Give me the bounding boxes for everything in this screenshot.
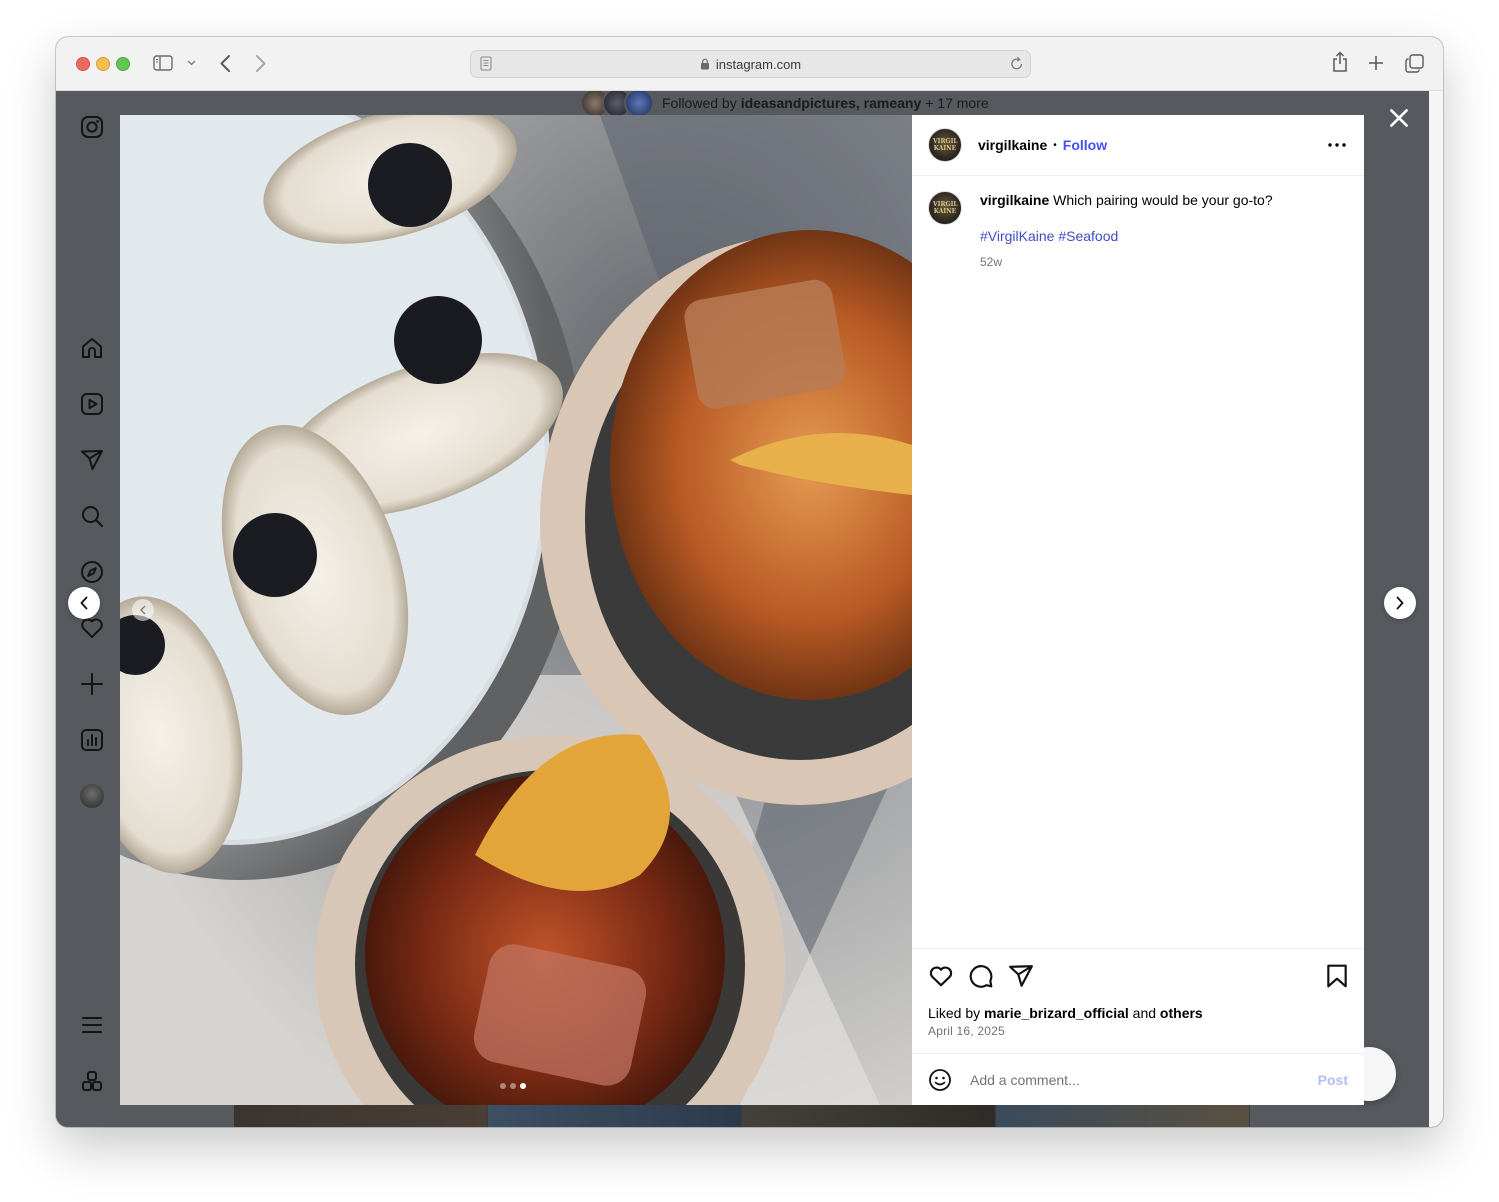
- url-text: instagram.com: [715, 56, 802, 72]
- messages-icon[interactable]: [80, 448, 104, 472]
- close-window-button[interactable]: [76, 57, 90, 71]
- caption-avatar-logo: VIRGIL KAINE: [933, 201, 958, 215]
- post-age[interactable]: 52w: [980, 253, 1360, 271]
- follow-button[interactable]: Follow: [1063, 137, 1107, 153]
- liked-by-prefix: Liked by: [928, 1005, 981, 1021]
- create-icon[interactable]: [80, 672, 104, 696]
- author-avatar[interactable]: VIRGIL KAINE: [928, 128, 962, 162]
- next-post-button[interactable]: [1384, 587, 1416, 619]
- liked-by-and: and: [1132, 1005, 1157, 1021]
- comment-icon[interactable]: [968, 963, 994, 989]
- caption-avatar[interactable]: VIRGIL KAINE: [928, 191, 962, 225]
- back-icon[interactable]: [219, 54, 231, 73]
- address-bar[interactable]: instagram.com: [470, 50, 1031, 78]
- chevron-left-icon: [140, 605, 146, 615]
- follower-avatar: [624, 91, 654, 118]
- post-details-panel: VIRGIL KAINE virgilkaine • Follow VIRGIL…: [912, 115, 1364, 1105]
- tab-overview-icon[interactable]: [1405, 54, 1424, 73]
- post-image[interactable]: [120, 115, 912, 1105]
- reader-icon[interactable]: [480, 56, 492, 71]
- forward-icon[interactable]: [255, 54, 267, 73]
- followed-by-users[interactable]: ideasandpictures, rameany: [741, 95, 922, 111]
- post-actions: Liked by marie_brizard_official and othe…: [912, 948, 1364, 1105]
- comment-input[interactable]: [968, 1071, 1302, 1089]
- followed-by-prefix: Followed by: [662, 95, 737, 111]
- chevron-right-icon: [1396, 596, 1404, 610]
- reels-icon[interactable]: [80, 392, 104, 416]
- carousel-indicator: [500, 1083, 526, 1089]
- carousel-dot: [510, 1083, 516, 1089]
- page-content: Followed by ideasandpictures, rameany + …: [56, 91, 1429, 1127]
- post-date[interactable]: April 16, 2025: [928, 1024, 1005, 1038]
- page-scrollbar[interactable]: [1429, 91, 1443, 1127]
- liked-by-user[interactable]: marie_brizard_official: [984, 1005, 1129, 1021]
- more-menu-icon[interactable]: [80, 1013, 104, 1037]
- post-header: VIRGIL KAINE virgilkaine • Follow: [912, 115, 1364, 176]
- liked-by-others[interactable]: others: [1160, 1005, 1203, 1021]
- also-from-meta-icon[interactable]: [80, 1069, 104, 1093]
- emoji-icon[interactable]: [928, 1068, 952, 1092]
- like-heart-icon[interactable]: [928, 963, 954, 989]
- author-avatar-logo: VIRGIL KAINE: [933, 138, 958, 152]
- browser-toolbar: instagram.com: [56, 37, 1443, 91]
- instagram-logo-icon[interactable]: [80, 115, 104, 139]
- liked-by-text: Liked by marie_brizard_official and othe…: [928, 1005, 1203, 1021]
- share-icon[interactable]: [1331, 51, 1349, 73]
- explore-icon[interactable]: [80, 560, 104, 584]
- new-tab-icon[interactable]: [1368, 55, 1384, 71]
- caption-hashtags[interactable]: #VirgilKaine #Seafood: [980, 227, 1360, 245]
- carousel-dot-active: [520, 1083, 526, 1089]
- caption-body: virgilkaine Which pairing would be your …: [980, 191, 1360, 271]
- post-comment-button[interactable]: Post: [1318, 1072, 1348, 1088]
- lock-icon: [700, 58, 709, 70]
- profile-avatar[interactable]: [80, 784, 104, 808]
- reload-icon[interactable]: [1010, 56, 1024, 71]
- profile-grid-strip: [234, 1105, 1250, 1127]
- oysters-and-cocktails-photo: [120, 115, 912, 1105]
- followed-by-more[interactable]: + 17 more: [925, 95, 988, 111]
- minimize-window-button[interactable]: [96, 57, 110, 71]
- close-modal-icon[interactable]: [1386, 105, 1412, 131]
- carousel-dot: [500, 1083, 506, 1089]
- previous-post-button[interactable]: [68, 587, 100, 619]
- author-username[interactable]: virgilkaine: [978, 137, 1047, 153]
- carousel-prev-button[interactable]: [132, 599, 154, 621]
- notifications-icon[interactable]: [80, 616, 104, 640]
- dashboard-icon[interactable]: [80, 728, 104, 752]
- header-separator: •: [1053, 139, 1057, 151]
- caption-username[interactable]: virgilkaine: [980, 192, 1049, 208]
- chevron-down-icon[interactable]: [187, 60, 196, 66]
- caption: VIRGIL KAINE virgilkaine Which pairing w…: [928, 191, 1360, 271]
- followed-by-row: Followed by ideasandpictures, rameany + …: [580, 91, 989, 118]
- search-icon[interactable]: [80, 504, 104, 528]
- sidebar-toggle-icon[interactable]: [153, 55, 173, 71]
- chevron-left-icon: [80, 596, 88, 610]
- home-icon[interactable]: [80, 336, 104, 360]
- zoom-window-button[interactable]: [116, 57, 130, 71]
- share-post-icon[interactable]: [1008, 963, 1034, 989]
- caption-text: Which pairing would be your go-to?: [1053, 192, 1273, 208]
- comment-bar: Post: [912, 1053, 1364, 1106]
- browser-window: instagram.com Followed by ideasandpictur…: [56, 37, 1443, 1127]
- save-bookmark-icon[interactable]: [1324, 963, 1350, 989]
- more-options-icon[interactable]: [1328, 143, 1346, 147]
